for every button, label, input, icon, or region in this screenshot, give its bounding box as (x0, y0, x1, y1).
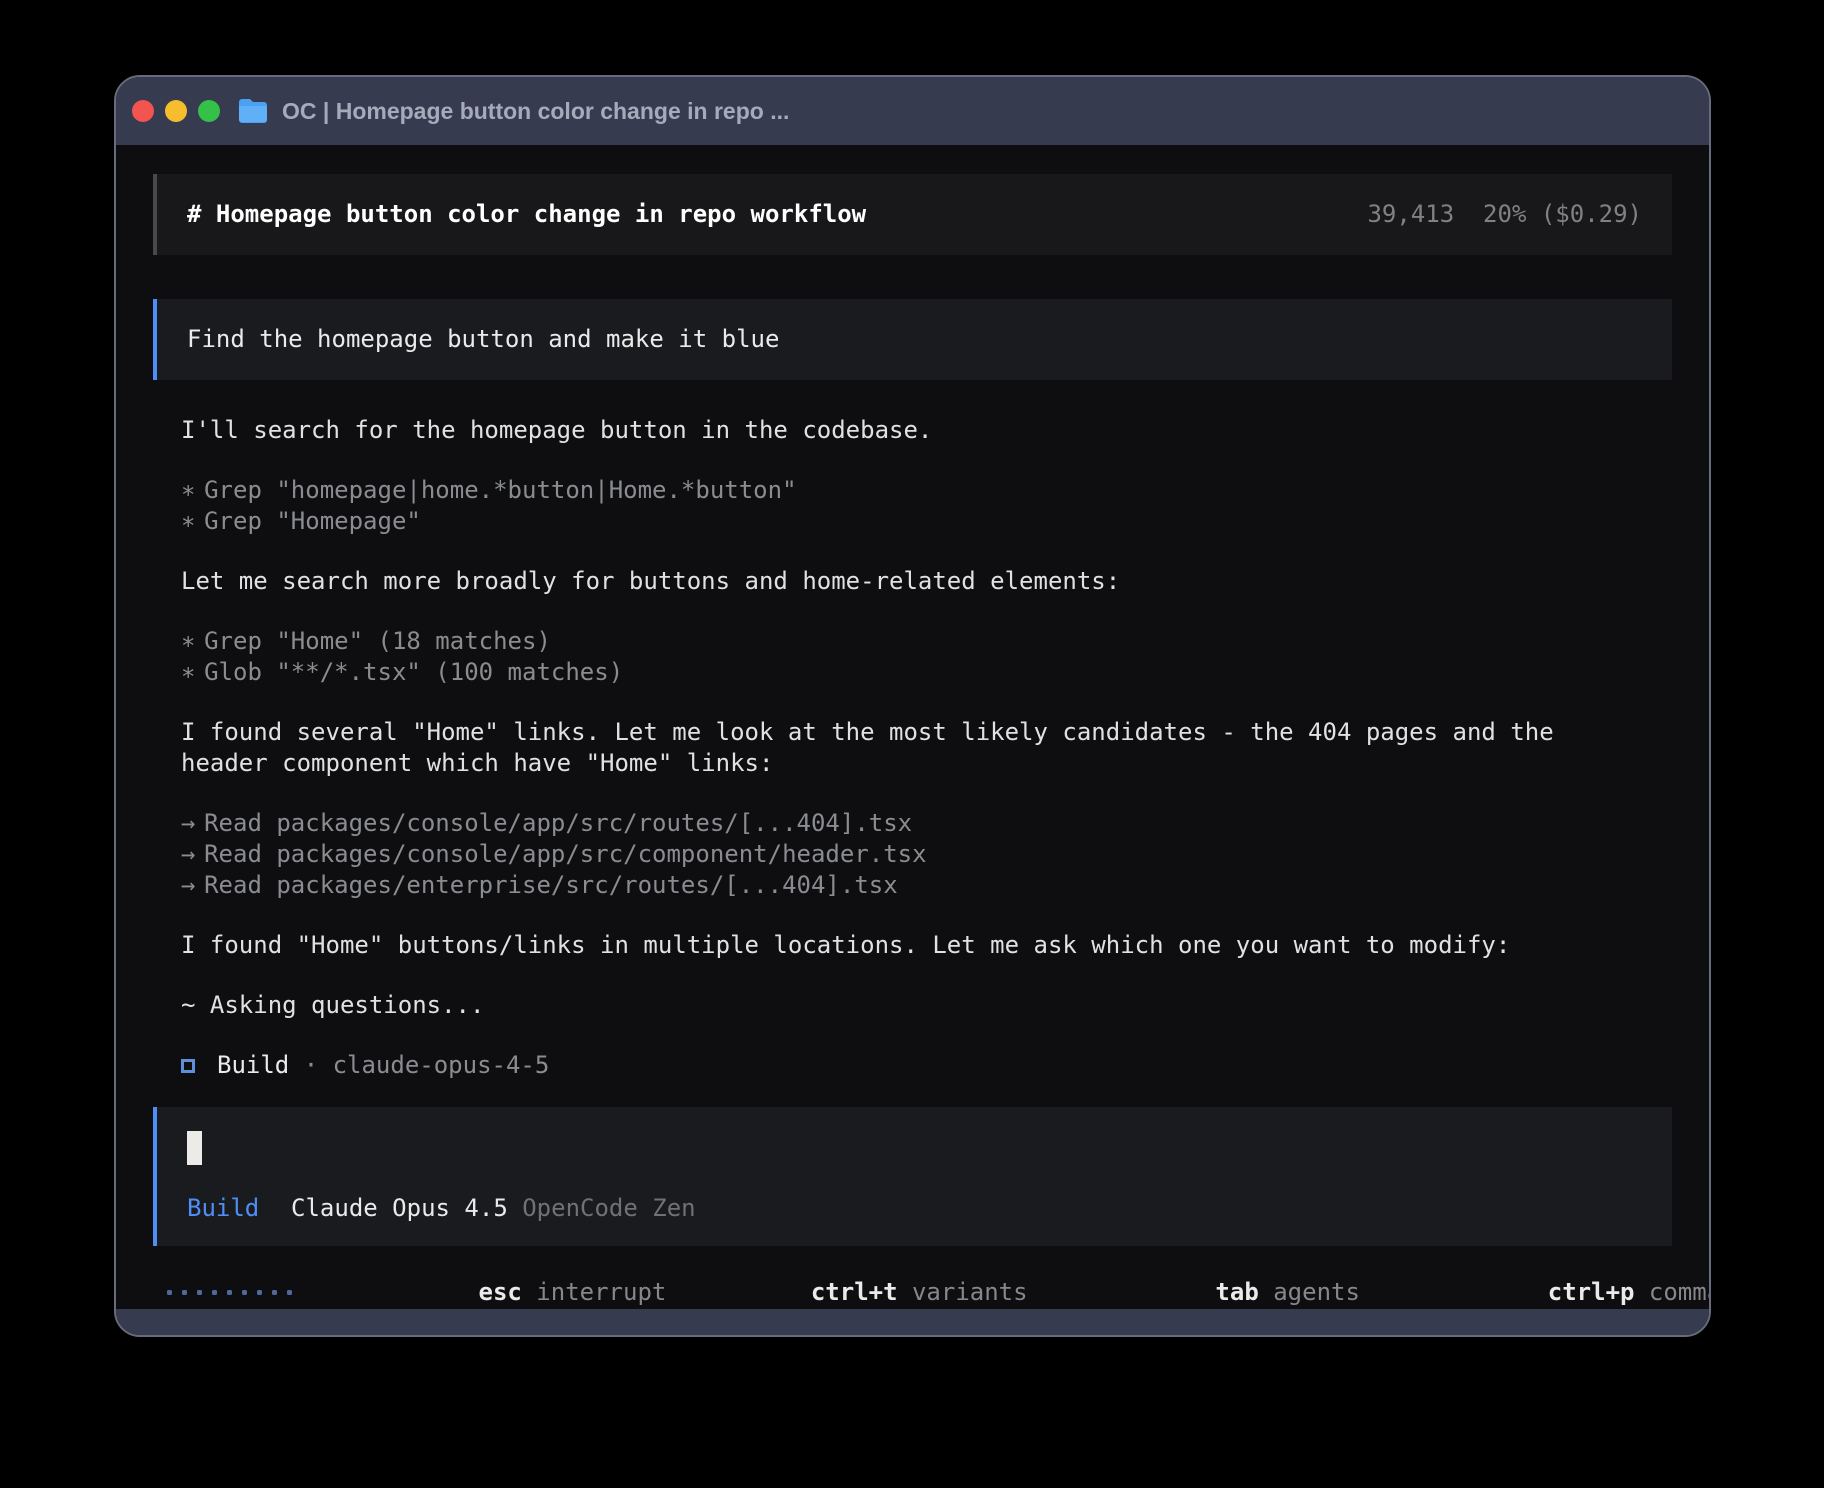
hint-label: commands (1649, 1278, 1709, 1306)
agent-name: Build (217, 1050, 289, 1081)
hint-commands: ctrl+p commands (1403, 1246, 1709, 1309)
tool-call-text: Read packages/console/app/src/routes/[..… (204, 809, 912, 837)
arrow-right-icon: → (181, 870, 204, 901)
assistant-paragraph: I found several "Home" links. Let me loo… (181, 717, 1644, 779)
session-header: # Homepage button color change in repo w… (153, 174, 1672, 255)
hint-label: interrupt (536, 1278, 666, 1306)
tool-call-text: Glob "**/*.tsx" (100 matches) (204, 658, 623, 686)
window-bottom-strip (116, 1309, 1709, 1335)
tool-call-text: Read packages/enterprise/src/routes/[...… (204, 871, 898, 899)
arrow-right-icon: → (181, 808, 204, 839)
prompt-input[interactable]: Build Claude Opus 4.5 OpenCode Zen (153, 1107, 1672, 1246)
hint-agents: tab agents (1071, 1246, 1360, 1309)
tool-call-grep: ∗Grep "Home" (18 matches) (181, 626, 1644, 657)
tool-call-text: Grep "homepage|home.*button|Home.*button… (204, 476, 796, 504)
session-stats: 39,413 20% ($0.29) (1367, 199, 1642, 230)
terminal-content: # Homepage button color change in repo w… (116, 145, 1709, 1309)
hint-key: esc (479, 1278, 522, 1306)
mode-label: Build (187, 1193, 259, 1224)
arrow-right-icon: → (181, 839, 204, 870)
tool-call-group: ∗Grep "homepage|home.*button|Home.*butto… (181, 475, 1644, 537)
context-cost: 20% ($0.29) (1483, 199, 1642, 230)
tool-marker-icon: ∗ (181, 475, 204, 506)
tool-marker-icon: ∗ (181, 626, 204, 657)
spinner-dots-icon (167, 1290, 292, 1295)
user-message-text: Find the homepage button and make it blu… (187, 325, 779, 353)
assistant-paragraph: Let me search more broadly for buttons a… (181, 566, 1644, 597)
status-bar: esc interrupt ctrl+t variants tab agents ct… (153, 1246, 1672, 1309)
model-row: Build Claude Opus 4.5 OpenCode Zen (187, 1193, 1642, 1224)
working-status: ~ Asking questions... (181, 990, 1644, 1021)
agent-build-icon (181, 1059, 195, 1073)
tool-call-text: Grep "Home" (18 matches) (204, 627, 551, 655)
minimize-button[interactable] (165, 100, 187, 122)
agent-status-line: Build · claude-opus-4-5 (181, 1050, 1644, 1081)
tool-call-read: →Read packages/console/app/src/component… (181, 839, 1644, 870)
agent-model: claude-opus-4-5 (333, 1050, 550, 1081)
terminal-window: OC | Homepage button color change in rep… (114, 75, 1711, 1337)
tool-call-read: →Read packages/console/app/src/routes/[.… (181, 808, 1644, 839)
assistant-paragraph: I'll search for the homepage button in t… (181, 415, 1644, 446)
tool-marker-icon: ∗ (181, 506, 204, 537)
status-left: esc interrupt (153, 1246, 666, 1309)
hint-variants: ctrl+t variants (666, 1246, 1027, 1309)
tool-call-group: ∗Grep "Home" (18 matches) ∗Glob "**/*.ts… (181, 626, 1644, 688)
tool-marker-icon: ∗ (181, 657, 204, 688)
read-call-group: →Read packages/console/app/src/routes/[.… (181, 808, 1644, 901)
tool-call-read: →Read packages/enterprise/src/routes/[..… (181, 870, 1644, 901)
tool-call-grep: ∗Grep "homepage|home.*button|Home.*butto… (181, 475, 1644, 506)
assistant-paragraph: I found "Home" buttons/links in multiple… (181, 930, 1644, 961)
hint-interrupt: esc interrupt (334, 1246, 666, 1309)
hint-label: agents (1273, 1278, 1360, 1306)
hint-key: ctrl+t (811, 1278, 898, 1306)
folder-icon (237, 98, 269, 124)
hint-label: variants (912, 1278, 1028, 1306)
provider-name: OpenCode Zen (522, 1193, 695, 1224)
hint-key: tab (1215, 1278, 1258, 1306)
user-message: Find the homepage button and make it blu… (153, 299, 1672, 380)
hint-key: ctrl+p (1548, 1278, 1635, 1306)
window-title: OC | Homepage button color change in rep… (282, 98, 789, 125)
close-button[interactable] (132, 100, 154, 122)
token-count: 39,413 (1367, 199, 1454, 230)
tool-call-glob: ∗Glob "**/*.tsx" (100 matches) (181, 657, 1644, 688)
separator-dot: · (304, 1050, 318, 1081)
zoom-button[interactable] (198, 100, 220, 122)
traffic-lights (132, 100, 220, 122)
tool-call-grep: ∗Grep "Homepage" (181, 506, 1644, 537)
tool-call-text: Read packages/console/app/src/component/… (204, 840, 926, 868)
tool-call-text: Grep "Homepage" (204, 507, 421, 535)
assistant-response: I'll search for the homepage button in t… (153, 415, 1672, 1107)
text-cursor (187, 1131, 202, 1165)
titlebar: OC | Homepage button color change in rep… (116, 77, 1709, 145)
status-right: ctrl+t variants tab agents ctrl+p commands (666, 1246, 1709, 1309)
model-name: Claude Opus 4.5 (291, 1193, 508, 1224)
session-title: # Homepage button color change in repo w… (187, 199, 866, 230)
